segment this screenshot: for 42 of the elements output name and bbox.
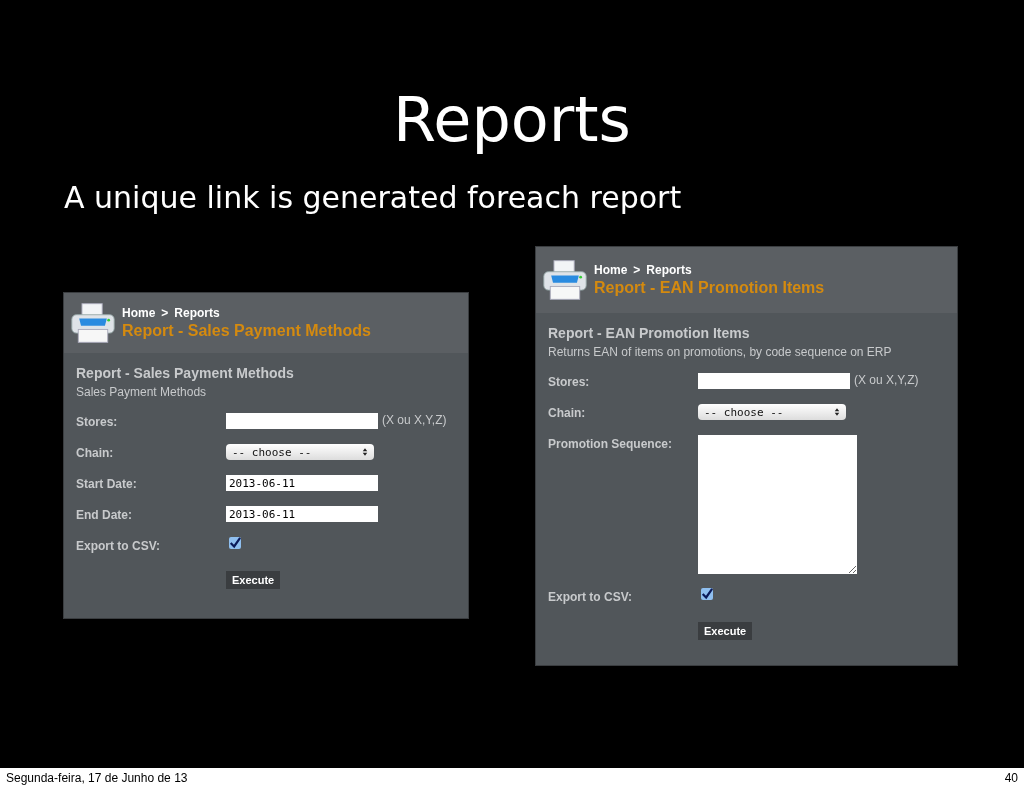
breadcrumb-link[interactable]: Reports — [646, 263, 692, 277]
execute-button[interactable]: Execute — [698, 622, 753, 640]
text-field[interactable]: 2013-06-11 — [226, 475, 378, 491]
checkbox[interactable] — [701, 588, 713, 600]
page-title: Report - EAN Promotion Items — [594, 279, 825, 297]
text-field[interactable] — [226, 413, 378, 429]
footer-date: Segunda-feira, 17 de Junho de 13 — [6, 771, 188, 785]
field-label: Chain: — [76, 445, 115, 462]
printer-icon — [542, 258, 588, 302]
field-label: End Date: — [76, 507, 133, 524]
field-label: Chain: — [548, 405, 587, 422]
chain-dropdown[interactable]: -- choose -- — [226, 444, 374, 460]
chain-dropdown[interactable]: -- choose -- — [698, 404, 846, 420]
checkbox[interactable] — [229, 537, 241, 549]
execute-button[interactable]: Execute — [226, 571, 281, 589]
page-number: 40 — [1004, 771, 1018, 785]
field-label: Stores: — [76, 414, 119, 431]
textarea-field[interactable] — [698, 435, 857, 574]
breadcrumb-separator: > — [161, 306, 169, 320]
stepper-arrows-icon — [362, 447, 368, 457]
page-title: Report - Sales Payment Methods — [122, 322, 371, 340]
slide-subtitle: A unique link is generated foreach report — [64, 179, 683, 217]
field-hint: (X ou X,Y,Z) — [854, 373, 919, 387]
printer-icon — [70, 301, 116, 345]
breadcrumb-separator: > — [633, 263, 641, 277]
stepper-arrows-icon — [834, 407, 840, 417]
text-field[interactable] — [698, 373, 850, 389]
field-label: Promotion Sequence: — [548, 436, 673, 453]
field-label: Export to CSV: — [548, 589, 633, 606]
form-description: Sales Payment Methods — [76, 385, 208, 399]
form-title: Report - EAN Promotion Items — [548, 325, 751, 341]
form-description: Returns EAN of items on promotions, by code sequence on ERP — [548, 345, 893, 359]
breadcrumb-link[interactable]: Reports — [174, 306, 220, 320]
breadcrumb-link[interactable]: Home — [594, 263, 628, 277]
breadcrumb-link[interactable]: Home — [122, 306, 156, 320]
form-title: Report - Sales Payment Methods — [76, 365, 295, 381]
field-hint: (X ou X,Y,Z) — [382, 413, 447, 427]
field-label: Stores: — [548, 374, 591, 391]
field-label: Export to CSV: — [76, 538, 161, 555]
text-field[interactable]: 2013-06-11 — [226, 506, 378, 522]
field-label: Start Date: — [76, 476, 138, 493]
slide-title: Reports — [393, 82, 631, 158]
